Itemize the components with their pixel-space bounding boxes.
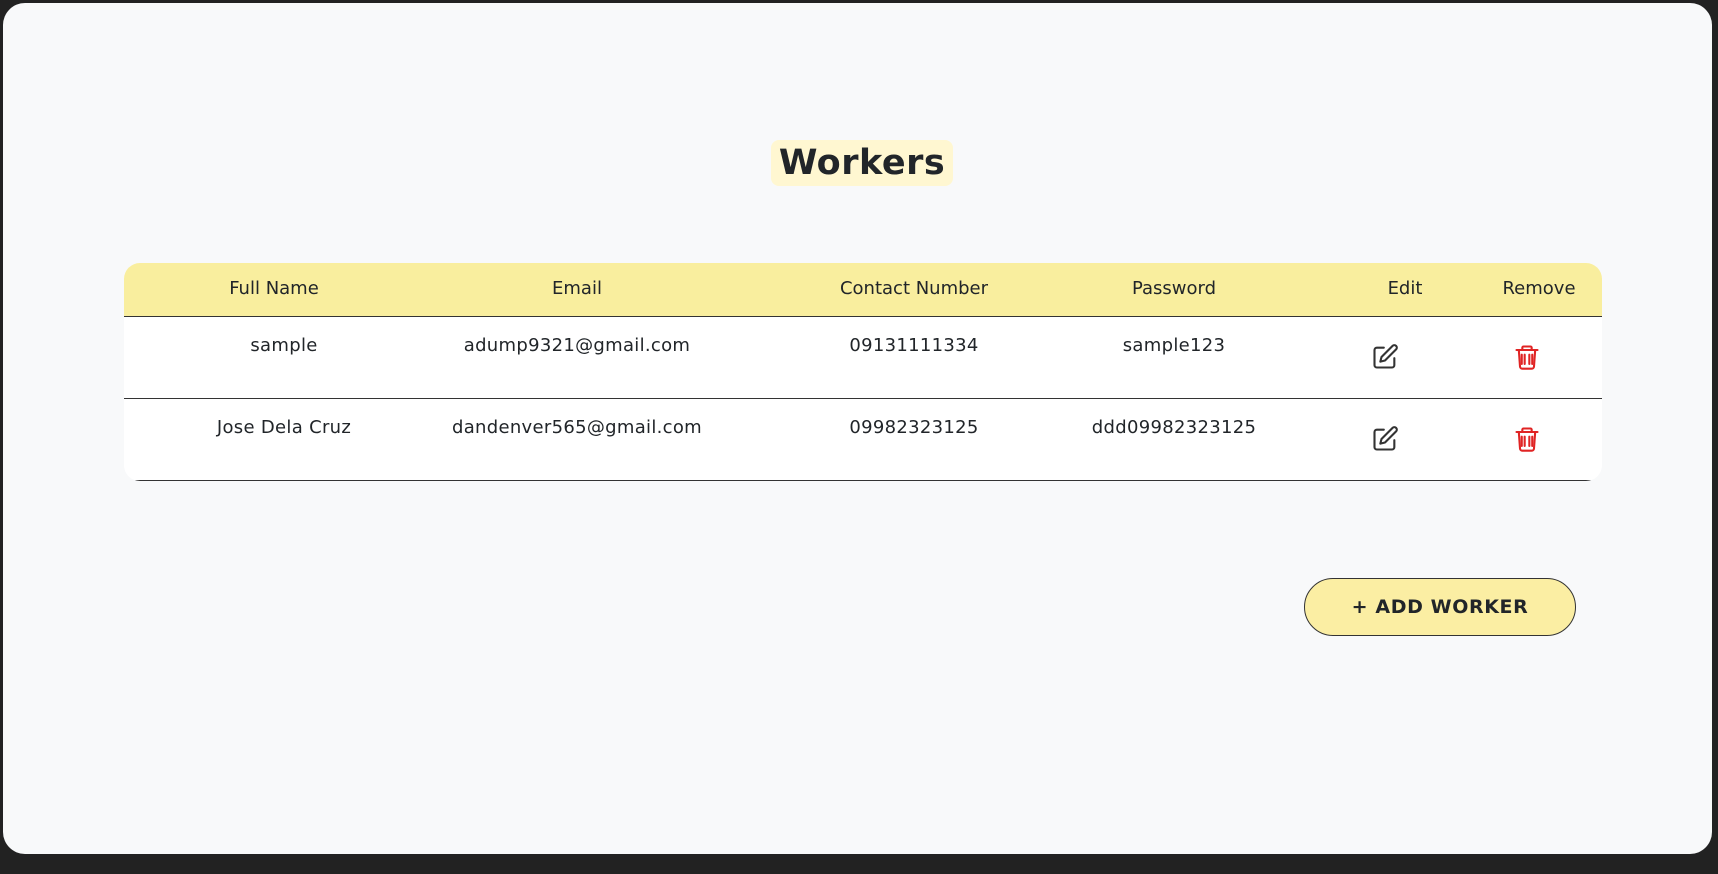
header-contact-number: Contact Number [839, 278, 989, 299]
edit-icon[interactable] [1371, 425, 1399, 453]
table-header: Full Name Email Contact Number Password … [124, 263, 1602, 317]
main-panel: Workers Full Name Email Contact Number P… [3, 3, 1712, 854]
cell-password: sample123 [1122, 335, 1226, 356]
trash-icon[interactable] [1513, 343, 1541, 371]
workers-table: Full Name Email Contact Number Password … [124, 263, 1602, 481]
cell-full-name: Jose Dela Cruz [216, 417, 352, 438]
add-worker-label: + ADD WORKER [1351, 596, 1529, 618]
header-email: Email [552, 278, 602, 299]
header-full-name: Full Name [229, 278, 319, 299]
cell-contact-number: 09131111334 [849, 335, 979, 356]
cell-email: dandenver565@gmail.com [451, 417, 702, 438]
page-title: Workers [770, 140, 954, 186]
cell-contact-number: 09982323125 [849, 417, 979, 438]
add-worker-button[interactable]: + ADD WORKER [1304, 578, 1576, 636]
trash-icon[interactable] [1513, 425, 1541, 453]
header-remove: Remove [1502, 278, 1576, 299]
header-edit: Edit [1387, 278, 1423, 299]
header-password: Password [1131, 278, 1217, 299]
table-row: sample adump9321@gmail.com 09131111334 s… [124, 317, 1602, 399]
window-frame: Workers Full Name Email Contact Number P… [0, 0, 1718, 874]
edit-icon[interactable] [1371, 343, 1399, 371]
title-container: Workers [3, 140, 1718, 186]
cell-full-name: sample [250, 335, 318, 356]
table-row: Jose Dela Cruz dandenver565@gmail.com 09… [124, 399, 1602, 481]
cell-email: adump9321@gmail.com [463, 335, 691, 356]
cell-password: ddd09982323125 [1091, 417, 1257, 438]
